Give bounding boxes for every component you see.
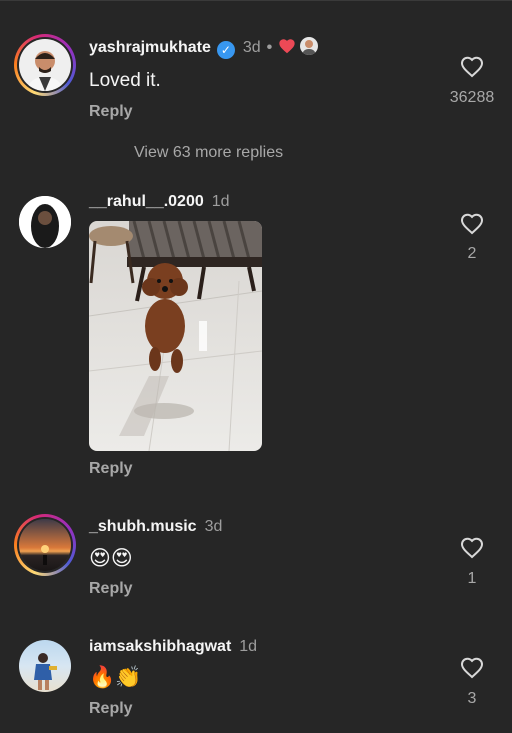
heart-outline-icon — [460, 213, 484, 235]
like-count: 3 — [467, 690, 477, 707]
like-button[interactable] — [457, 537, 487, 564]
reply-button[interactable]: Reply — [89, 580, 133, 598]
avatar — [19, 39, 71, 91]
comment-time: 3d — [242, 39, 261, 56]
story-ring[interactable] — [14, 34, 76, 96]
comment-username[interactable]: iamsakshibhagwat 1d — [89, 638, 257, 656]
comment-text: 🔥👏 — [89, 666, 142, 689]
comment-time: 1d — [239, 638, 258, 655]
comment-image[interactable] — [89, 221, 262, 451]
comment-time: 3d — [204, 518, 223, 535]
red-heart-icon — [279, 39, 295, 54]
comment-text: 😍😍 — [89, 547, 133, 570]
comment-username[interactable]: __rahul__.0200 1d — [89, 193, 230, 211]
comment-text: Loved it. — [89, 70, 161, 91]
verified-badge-icon: ✓ — [216, 41, 235, 59]
divider — [0, 0, 512, 1]
avatar[interactable] — [19, 640, 71, 692]
like-count: 36288 — [449, 89, 495, 106]
story-ring[interactable] — [14, 514, 76, 576]
heart-outline-icon — [460, 537, 484, 559]
like-button[interactable] — [457, 213, 487, 240]
reply-button[interactable]: Reply — [89, 103, 133, 121]
like-count: 2 — [467, 245, 477, 262]
creator-avatar — [300, 37, 319, 55]
like-count: 1 — [467, 570, 477, 587]
comment-username[interactable]: yashrajmukhate ✓ 3d • — [89, 37, 319, 59]
avatar[interactable] — [19, 196, 71, 248]
like-button[interactable] — [457, 657, 487, 684]
reply-button[interactable]: Reply — [89, 460, 133, 478]
avatar — [19, 519, 71, 571]
view-more-replies-button[interactable]: View 63 more replies — [134, 144, 283, 162]
heart-outline-icon — [460, 56, 484, 78]
comment-time: 1d — [211, 193, 230, 210]
reply-button[interactable]: Reply — [89, 700, 133, 718]
like-button[interactable] — [457, 56, 487, 83]
comment-username[interactable]: _shubh.music 3d — [89, 518, 222, 536]
heart-outline-icon — [460, 657, 484, 679]
